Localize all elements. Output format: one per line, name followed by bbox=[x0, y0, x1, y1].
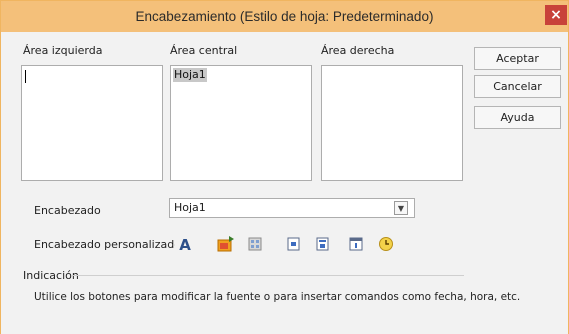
close-button[interactable]: × bbox=[545, 5, 567, 25]
left-area-editor[interactable] bbox=[21, 65, 163, 181]
text-caret bbox=[25, 70, 26, 83]
time-icon[interactable] bbox=[376, 233, 396, 254]
header-select-value: Hoja1 bbox=[174, 201, 206, 214]
svg-text:A: A bbox=[179, 236, 191, 252]
header-dialog: Encabezamiento (Estilo de hoja: Predeter… bbox=[0, 0, 569, 334]
center-area-label: Área central bbox=[170, 44, 238, 57]
cancel-button[interactable]: Cancelar bbox=[474, 75, 561, 98]
hint-text: Utilice los botones para modificar la fu… bbox=[34, 291, 521, 303]
accept-button[interactable]: Aceptar bbox=[474, 47, 561, 70]
help-button[interactable]: Ayuda bbox=[474, 106, 561, 129]
sheet-name-icon[interactable] bbox=[283, 233, 303, 254]
dialog-body: Área izquierda Área central Área derecha… bbox=[1, 32, 568, 334]
left-area-label: Área izquierda bbox=[23, 44, 103, 57]
page-number-icon[interactable] bbox=[312, 233, 332, 254]
title-bar: Encabezamiento (Estilo de hoja: Predeter… bbox=[1, 1, 568, 32]
header-select[interactable]: Hoja1 ▼ bbox=[169, 198, 415, 218]
file-name-icon[interactable] bbox=[245, 233, 265, 254]
date-icon[interactable] bbox=[346, 233, 366, 254]
insert-image-icon[interactable] bbox=[216, 233, 236, 254]
hint-divider bbox=[71, 275, 464, 276]
right-area-editor[interactable] bbox=[321, 65, 463, 181]
text-attributes-icon[interactable]: A bbox=[175, 233, 195, 254]
chevron-down-icon[interactable]: ▼ bbox=[394, 201, 408, 215]
custom-header-label: Encabezado personalizado bbox=[34, 238, 181, 251]
right-area-label: Área derecha bbox=[321, 44, 395, 57]
header-label: Encabezado bbox=[34, 204, 101, 217]
center-area-text: Hoja1 bbox=[173, 68, 207, 82]
center-area-editor[interactable]: Hoja1 bbox=[170, 65, 312, 181]
dialog-title: Encabezamiento (Estilo de hoja: Predeter… bbox=[135, 9, 434, 24]
